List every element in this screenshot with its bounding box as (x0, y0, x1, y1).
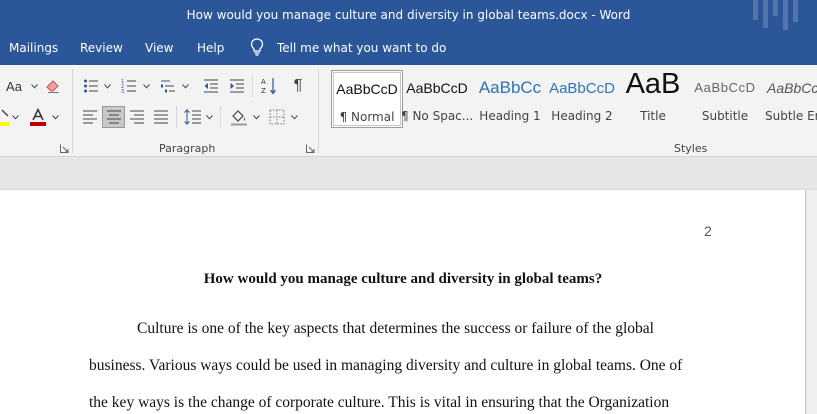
chevron-down-icon[interactable] (182, 84, 189, 89)
align-center-button[interactable] (102, 106, 125, 128)
group-divider (318, 69, 319, 153)
style-no-spacing[interactable]: AaBbCcD ¶ No Spac... (401, 70, 473, 128)
chevron-down-icon[interactable] (143, 84, 150, 89)
chevron-down-icon[interactable] (31, 84, 38, 89)
separator (252, 75, 253, 97)
chevron-down-icon[interactable] (12, 115, 19, 120)
tab-help[interactable]: Help (197, 41, 224, 55)
style-heading-2[interactable]: AaBbCcD Heading 2 (546, 70, 618, 128)
ruler-area (0, 157, 817, 190)
page-number: 2 (704, 223, 712, 239)
highlight-button[interactable] (0, 106, 10, 128)
chevron-down-icon[interactable] (291, 115, 298, 120)
align-center-icon (106, 110, 121, 124)
increase-indent-icon (230, 79, 244, 93)
vertical-scrollbar[interactable] (807, 190, 817, 414)
style-subtitle[interactable]: AaBbCcD Subtitle (689, 70, 761, 128)
separator (220, 106, 221, 128)
ribbon: Aa 1 2 3 A Z ¶ Paragraph AaBbCcD ¶ Norma… (0, 65, 817, 157)
chevron-down-icon[interactable] (104, 84, 111, 89)
style-preview: AaBbCc (478, 78, 542, 97)
chevron-down-icon[interactable] (206, 115, 213, 120)
multilevel-list-button[interactable] (157, 75, 179, 97)
highlighter-icon (0, 109, 10, 126)
title-bar: How would you manage culture and diversi… (0, 0, 817, 32)
change-case-button[interactable]: Aa (0, 75, 28, 97)
paragraph-line: business. Various ways could be used in … (89, 357, 683, 374)
paragraph-line: the key ways is the change of corporate … (89, 394, 670, 411)
paragraph-group-label: Paragraph (159, 142, 216, 155)
style-preview: AaBbCcD (406, 80, 468, 96)
tab-view[interactable]: View (145, 41, 173, 55)
shading-button[interactable] (228, 106, 250, 128)
style-preview: AaB (625, 68, 681, 100)
window-title: How would you manage culture and diversi… (186, 8, 631, 22)
decrease-indent-button[interactable] (200, 75, 222, 97)
justify-icon (154, 110, 168, 124)
style-subtle-emphasis[interactable]: AaBbCcl Subtle Em (761, 70, 817, 128)
separator (176, 106, 177, 128)
styles-group-label: Styles (674, 142, 708, 155)
style-name: Title (640, 109, 666, 123)
style-name: Subtitle (701, 109, 749, 123)
style-name: Subtle Em (765, 109, 817, 123)
sort-icon: A Z (261, 78, 276, 95)
change-case-label: Aa (6, 78, 22, 94)
style-normal[interactable]: AaBbCcD ¶ Normal (331, 70, 403, 128)
numbering-button[interactable]: 1 2 3 (118, 75, 140, 97)
numbered-list-icon: 1 2 3 (121, 79, 136, 94)
style-name: Heading 2 (551, 109, 613, 123)
font-dialog-launcher-icon[interactable] (60, 144, 69, 153)
increase-indent-button[interactable] (226, 75, 248, 97)
chevron-down-icon[interactable] (52, 115, 59, 120)
paragraph-line: Culture is one of the key aspects that d… (137, 320, 654, 337)
bullets-button[interactable] (80, 75, 102, 97)
ribbon-tabs: Mailings Review View Help Tell me what y… (0, 32, 817, 65)
group-divider (72, 69, 73, 153)
line-spacing-icon (184, 109, 201, 125)
align-left-icon (83, 110, 97, 124)
style-preview: AaBbCcl (767, 80, 817, 96)
sort-button[interactable]: A Z (258, 75, 280, 97)
style-name: ¶ No Spac... (401, 109, 473, 123)
svg-text:A: A (261, 78, 266, 86)
tell-me-search[interactable]: Tell me what you want to do (277, 41, 446, 55)
document-heading: How would you manage culture and diversi… (203, 271, 603, 287)
style-name: ¶ Normal (339, 110, 395, 124)
pilcrow-icon: ¶ (293, 77, 303, 94)
font-color-button[interactable] (27, 106, 49, 128)
style-preview: AaBbCcD (336, 81, 398, 97)
eraser-icon (46, 80, 59, 93)
document-page[interactable]: 2 How would you manage culture and diver… (0, 190, 806, 414)
bullet-list-icon (84, 79, 98, 93)
align-left-button[interactable] (80, 106, 100, 128)
show-formatting-marks-button[interactable]: ¶ (287, 75, 309, 97)
svg-text:3: 3 (121, 89, 124, 94)
align-right-button[interactable] (127, 106, 147, 128)
borders-icon (269, 109, 285, 125)
line-spacing-button[interactable] (182, 106, 204, 128)
chevron-down-icon[interactable] (253, 115, 260, 120)
styles-gallery: AaBbCcD ¶ Normal AaBbCcD ¶ No Spac... Aa… (328, 68, 817, 132)
tab-review[interactable]: Review (80, 41, 123, 55)
style-name: Heading 1 (479, 109, 541, 123)
decrease-indent-icon (204, 79, 218, 93)
style-heading-1[interactable]: AaBbCc Heading 1 (474, 70, 546, 128)
style-title[interactable]: AaB Title (617, 68, 689, 128)
lightbulb-icon[interactable] (250, 38, 264, 56)
paragraph-dialog-launcher-icon[interactable] (306, 144, 315, 153)
svg-text:Z: Z (261, 87, 266, 95)
justify-button[interactable] (151, 106, 171, 128)
align-right-icon (130, 110, 144, 124)
style-preview: AaBbCcD (694, 80, 756, 95)
tab-mailings[interactable]: Mailings (9, 41, 58, 55)
paint-bucket-icon (231, 110, 247, 126)
title-bar-pattern (751, 0, 811, 32)
borders-button[interactable] (266, 106, 288, 128)
clear-formatting-button[interactable] (43, 75, 63, 97)
multilevel-list-icon (161, 80, 175, 93)
font-color-icon (30, 108, 46, 126)
style-preview: AaBbCcD (549, 80, 615, 97)
